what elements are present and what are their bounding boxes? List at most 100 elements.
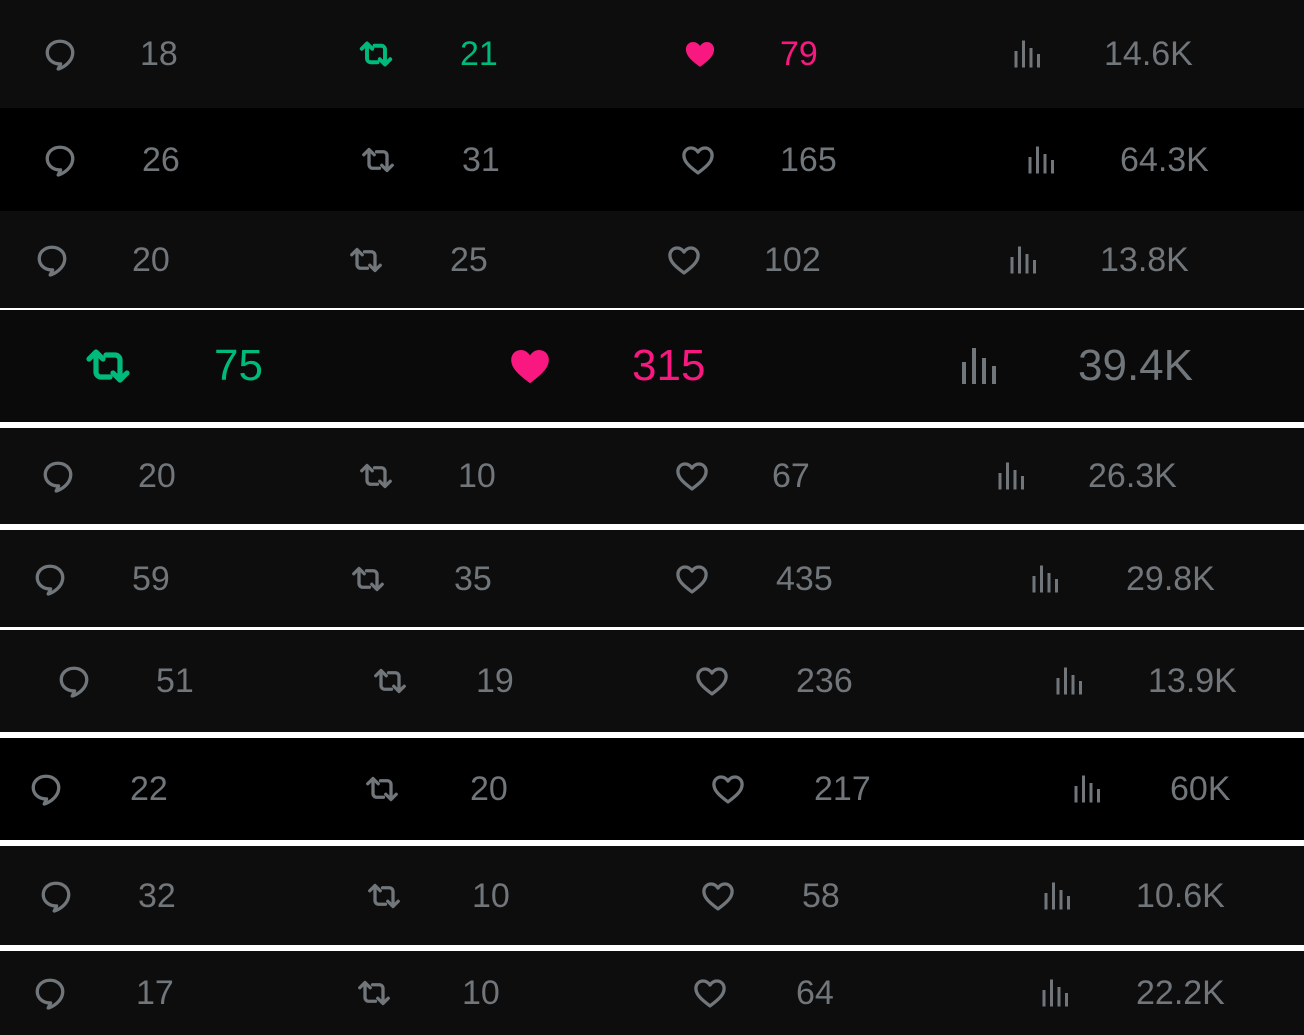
- views-count: 14.6K: [1104, 35, 1193, 73]
- reply-button[interactable]: 32: [38, 846, 288, 945]
- engagement-bar: 18 21 79 14.6K: [0, 0, 1304, 108]
- reply-icon: [32, 975, 68, 1011]
- reply-count: 59: [132, 559, 170, 598]
- views-count: 13.9K: [1148, 662, 1237, 700]
- retweet-icon: [348, 242, 384, 278]
- retweet-count: 10: [458, 457, 496, 495]
- views-button[interactable]: 14.6K: [1010, 0, 1254, 108]
- like-count: 67: [772, 457, 810, 495]
- engagement-bar: 32 10 58 10.6K: [0, 846, 1304, 945]
- reply-count: 20: [138, 457, 176, 495]
- like-icon: [692, 975, 728, 1011]
- reply-count: 17: [136, 974, 174, 1012]
- like-icon: [694, 663, 730, 699]
- reply-icon: [42, 36, 78, 72]
- reply-button[interactable]: 20: [40, 428, 288, 524]
- like-count: 64: [796, 974, 834, 1012]
- views-count: 29.8K: [1126, 559, 1215, 598]
- retweet-button[interactable]: 75: [84, 310, 364, 422]
- reply-button[interactable]: 51: [56, 630, 306, 732]
- like-icon: [710, 771, 746, 807]
- reply-icon: [28, 771, 64, 807]
- views-button[interactable]: 64.3K: [1024, 108, 1270, 211]
- engagement-bar: 22 20 217 60K: [0, 738, 1304, 840]
- like-count: 315: [632, 341, 706, 390]
- views-button[interactable]: 39.4K: [956, 310, 1228, 422]
- like-icon: [682, 36, 718, 72]
- retweet-icon: [366, 878, 402, 914]
- retweet-count: 25: [450, 240, 488, 279]
- like-count: 102: [764, 240, 821, 279]
- views-icon: [1024, 142, 1060, 178]
- reply-icon: [38, 878, 74, 914]
- reply-button[interactable]: 20: [34, 211, 282, 308]
- views-count: 64.3K: [1120, 140, 1209, 179]
- reply-button[interactable]: 17: [32, 951, 286, 1035]
- views-icon: [1038, 975, 1074, 1011]
- retweet-button[interactable]: 31: [360, 108, 612, 211]
- views-count: 10.6K: [1136, 876, 1225, 915]
- views-count: 60K: [1170, 770, 1231, 808]
- reply-button[interactable]: 26: [42, 108, 292, 211]
- engagement-bar: 51 19 236 13.9K: [0, 630, 1304, 732]
- like-button[interactable]: 435: [674, 530, 926, 627]
- like-button[interactable]: 236: [694, 630, 946, 732]
- like-button[interactable]: 217: [710, 738, 964, 840]
- reply-count: 20: [132, 240, 170, 279]
- views-button[interactable]: 13.9K: [1052, 630, 1298, 732]
- views-button[interactable]: 60K: [1070, 738, 1304, 840]
- views-count: 13.8K: [1100, 240, 1189, 279]
- like-button[interactable]: 64: [692, 951, 946, 1035]
- engagement-bar: 20 10 67 26.3K: [0, 428, 1304, 524]
- reply-count: 18: [140, 35, 178, 73]
- engagement-bar: 26 31 165 64.3K: [0, 108, 1304, 211]
- views-button[interactable]: 26.3K: [994, 428, 1238, 524]
- like-count: 217: [814, 770, 871, 808]
- views-icon: [1040, 878, 1076, 914]
- retweet-button[interactable]: 10: [356, 951, 612, 1035]
- like-icon: [674, 458, 710, 494]
- retweet-count: 10: [472, 876, 510, 915]
- retweet-count: 35: [454, 559, 492, 598]
- retweet-button[interactable]: 10: [366, 846, 622, 945]
- like-button[interactable]: 58: [700, 846, 952, 945]
- views-count: 22.2K: [1136, 974, 1225, 1012]
- reply-button[interactable]: 59: [32, 530, 282, 627]
- retweet-icon: [358, 458, 394, 494]
- retweet-button[interactable]: 19: [372, 630, 626, 732]
- like-button[interactable]: 315: [506, 310, 782, 422]
- like-button[interactable]: 165: [680, 108, 930, 211]
- retweet-button[interactable]: 35: [350, 530, 604, 627]
- reply-button[interactable]: 18: [42, 0, 290, 108]
- views-button[interactable]: 13.8K: [1006, 211, 1250, 308]
- retweet-count: 75: [214, 341, 263, 390]
- retweet-button[interactable]: 20: [364, 738, 620, 840]
- like-icon: [674, 561, 710, 597]
- like-icon: [666, 242, 702, 278]
- retweet-icon: [84, 342, 132, 390]
- reply-button[interactable]: 22: [28, 738, 280, 840]
- retweet-icon: [358, 36, 394, 72]
- retweet-button[interactable]: 10: [358, 428, 608, 524]
- views-button[interactable]: 10.6K: [1040, 846, 1286, 945]
- views-icon: [1010, 36, 1046, 72]
- like-count: 79: [780, 35, 818, 73]
- engagement-bar: 17 10 64 22.2K: [0, 951, 1304, 1035]
- retweet-button[interactable]: 21: [358, 0, 610, 108]
- views-icon: [1052, 663, 1088, 699]
- engagement-bar: 20 25 102 13.8K: [0, 211, 1304, 308]
- views-icon: [1070, 771, 1106, 807]
- like-count: 435: [776, 559, 833, 598]
- like-button[interactable]: 102: [666, 211, 914, 308]
- views-button[interactable]: 22.2K: [1038, 951, 1286, 1035]
- like-button[interactable]: 79: [682, 0, 930, 108]
- reply-icon: [56, 663, 92, 699]
- views-button[interactable]: 29.8K: [1028, 530, 1276, 627]
- views-icon: [1028, 561, 1064, 597]
- like-button[interactable]: 67: [674, 428, 922, 524]
- reply-icon: [40, 458, 76, 494]
- like-count: 58: [802, 876, 840, 915]
- reply-icon: [42, 142, 78, 178]
- retweet-button[interactable]: 25: [348, 211, 600, 308]
- views-count: 26.3K: [1088, 457, 1177, 495]
